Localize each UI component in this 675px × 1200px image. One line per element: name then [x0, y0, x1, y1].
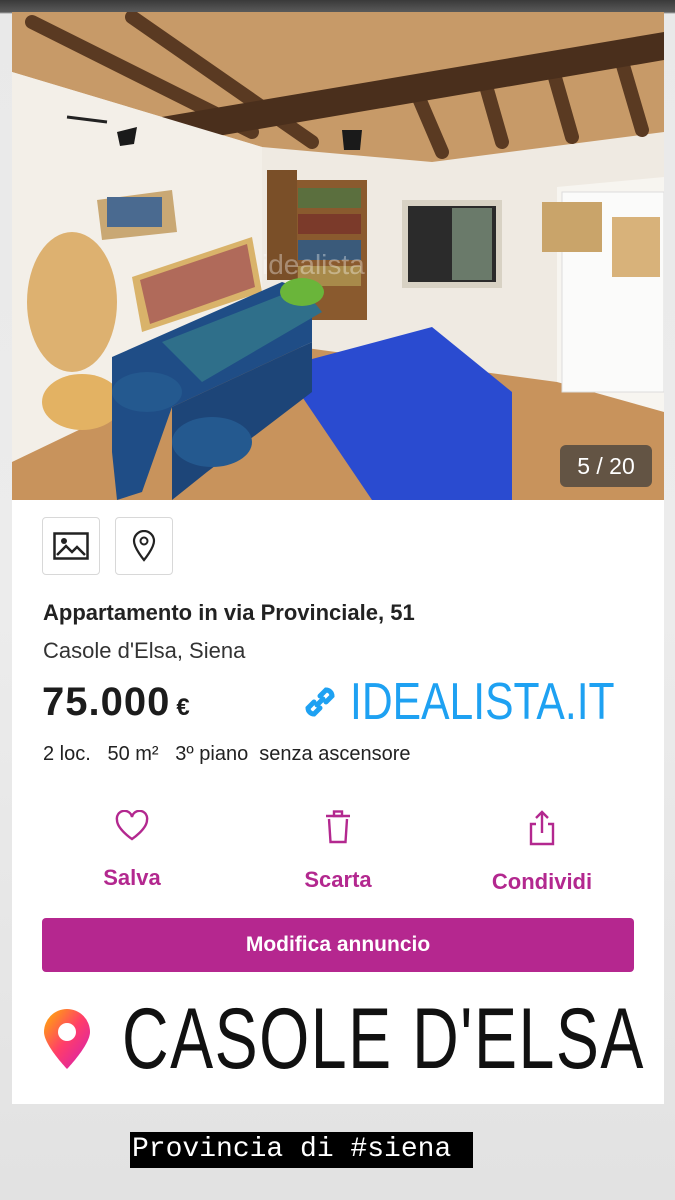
price-currency: € — [176, 694, 191, 721]
image-icon — [53, 532, 89, 560]
trash-icon — [326, 810, 350, 844]
price-value: 75.000 — [42, 680, 171, 724]
brand-link-sticker[interactable]: IDEALISTA.IT — [298, 672, 664, 732]
story-caption: Provincia di #siena — [130, 1132, 474, 1168]
photo-watermark: idealista — [262, 249, 365, 280]
share-button[interactable]: Condividi — [462, 810, 622, 895]
listing-title[interactable]: Appartamento in via Provinciale, 51 — [43, 600, 415, 626]
save-label: Salva — [103, 865, 161, 890]
share-label: Condividi — [491, 869, 593, 894]
sticker-label: CASOLE D'ELSA — [122, 991, 645, 1087]
photo-counter: 5 / 20 — [560, 445, 652, 487]
listing-location: Casole d'Elsa, Siena — [43, 638, 246, 663]
listing-card: idealista 5 / 20 Appartamento in via Pro… — [12, 12, 664, 1104]
edit-listing-button[interactable]: Modifica annuncio — [42, 918, 634, 972]
map-pin-icon — [132, 530, 156, 562]
map-tab[interactable] — [115, 517, 173, 575]
share-icon — [529, 810, 555, 846]
location-sticker: CASOLE D'ELSA — [42, 990, 664, 1089]
discard-button[interactable]: Scarta — [258, 810, 418, 893]
brand-label: IDEALISTA.IT — [350, 673, 615, 731]
discard-label: Scarta — [304, 867, 372, 892]
link-icon — [305, 687, 335, 717]
location-pin-icon — [44, 1008, 90, 1069]
listing-photo[interactable]: idealista 5 / 20 — [12, 12, 664, 500]
listing-features: 2 loc. 50 m² 3º piano senza ascensore — [43, 743, 411, 765]
listing-price: 75.000 € — [42, 680, 191, 725]
save-button[interactable]: Salva — [52, 809, 212, 891]
heart-icon — [115, 809, 149, 841]
room-photo-illustration: idealista — [12, 12, 664, 500]
gallery-tab[interactable] — [42, 517, 100, 575]
